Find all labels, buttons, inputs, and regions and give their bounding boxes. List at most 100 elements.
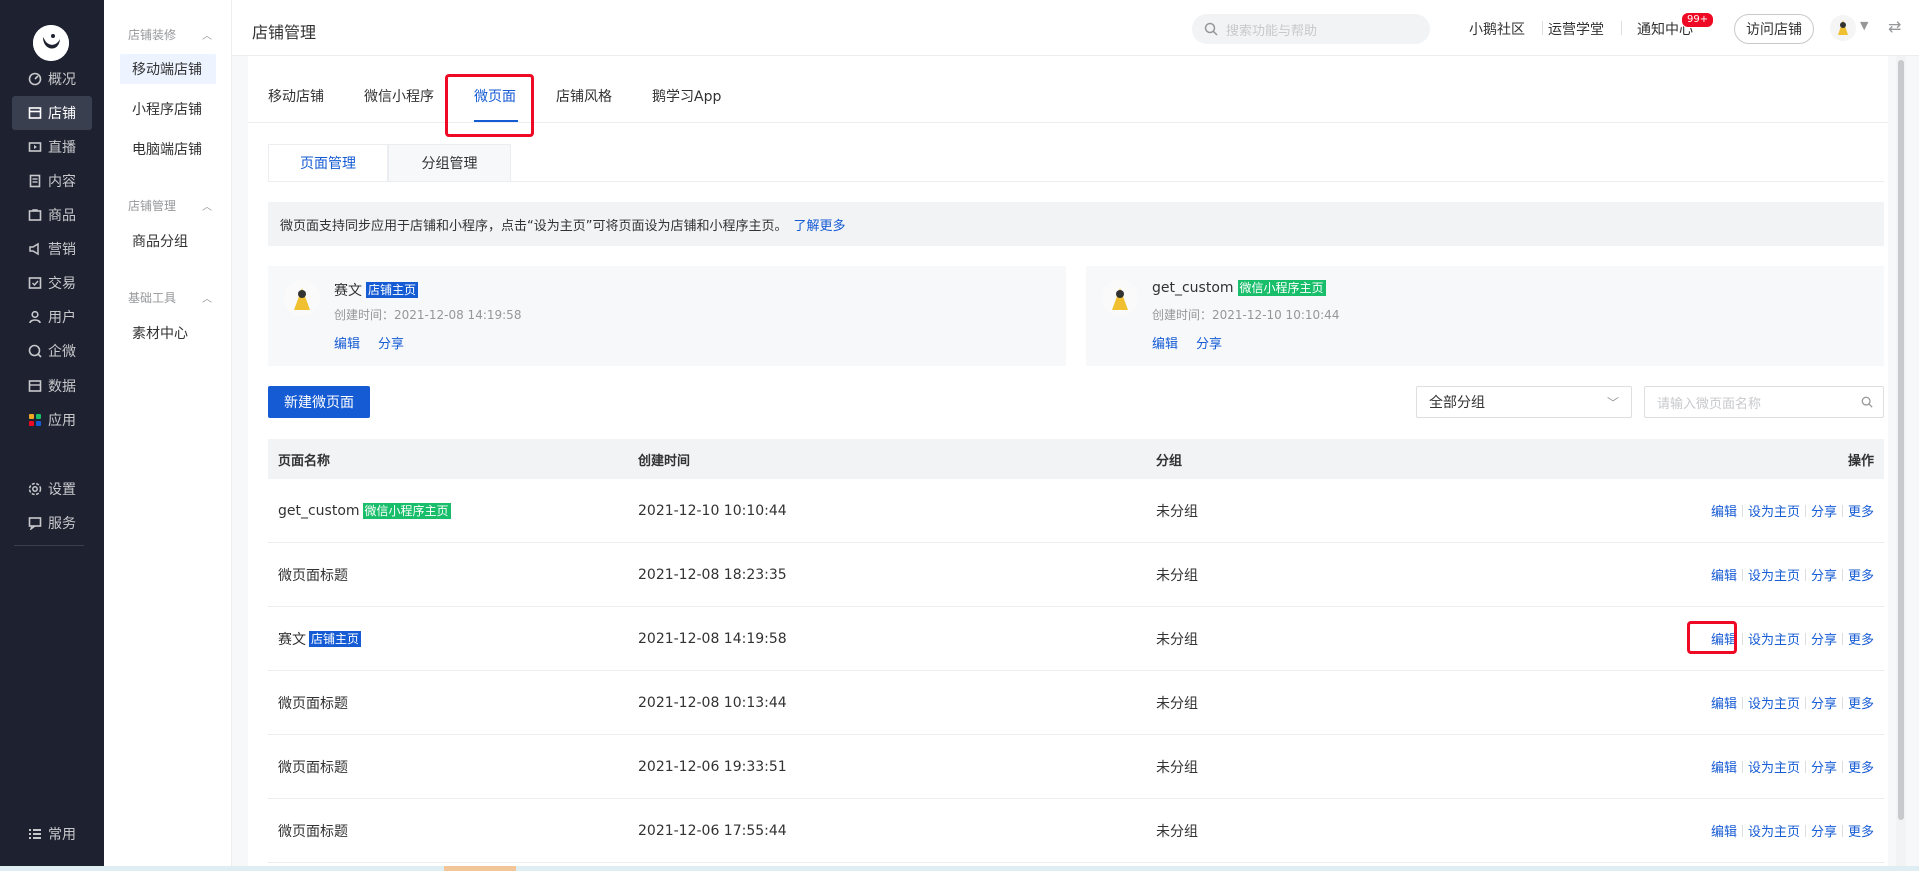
sidebar-item-content[interactable]: 内容 xyxy=(12,164,92,198)
sidebar-item-service[interactable]: 服务 xyxy=(12,506,92,540)
edit-link[interactable]: 编辑 xyxy=(1711,693,1737,712)
edit-link[interactable]: 编辑 xyxy=(1711,757,1737,776)
page-name[interactable]: 赛文 xyxy=(278,629,306,649)
trade-icon xyxy=(28,276,42,290)
subnav-item-goods-group[interactable]: 商品分组 xyxy=(120,226,216,256)
action-separator xyxy=(1741,824,1743,837)
action-separator xyxy=(1741,696,1743,709)
share-link[interactable]: 分享 xyxy=(1811,565,1837,584)
global-search-input[interactable]: 搜索功能与帮助 xyxy=(1192,14,1430,44)
set-home-link[interactable]: 设为主页 xyxy=(1748,821,1800,840)
academy-link[interactable]: 运营学堂 xyxy=(1548,19,1604,39)
scrollbar-thumb[interactable] xyxy=(1898,60,1904,820)
created-time-cell: 2021-12-06 17:55:44 xyxy=(638,822,787,839)
sidebar-item-data[interactable]: 数据 xyxy=(12,369,92,403)
tab-learning-app[interactable]: 鹅学习App xyxy=(652,86,721,106)
sidebar-item-store[interactable]: 店铺 xyxy=(12,96,92,130)
sidebar-item-trade[interactable]: 交易 xyxy=(12,266,92,300)
row-actions: 编辑 设为主页 分享 更多 xyxy=(1711,757,1874,776)
more-link[interactable]: 更多 xyxy=(1848,821,1874,840)
sidebar-item-overview[interactable]: 概况 xyxy=(12,62,92,96)
subtab-group-management[interactable]: 分组管理 xyxy=(388,144,511,182)
share-link[interactable]: 分享 xyxy=(1811,693,1837,712)
card-share-link[interactable]: 分享 xyxy=(378,333,404,352)
action-separator xyxy=(1841,824,1843,837)
sidebar-item-goods[interactable]: 商品 xyxy=(12,198,92,232)
table-row: 微页面标题 2021-12-06 17:55:44 未分组 编辑 设为主页 分享 更多 xyxy=(268,799,1884,863)
more-link[interactable]: 更多 xyxy=(1848,757,1874,776)
share-link[interactable]: 分享 xyxy=(1811,629,1837,648)
sidebar-item-settings[interactable]: 设置 xyxy=(12,472,92,506)
card-share-link[interactable]: 分享 xyxy=(1196,333,1222,352)
caret-down-icon[interactable]: ▼ xyxy=(1860,19,1868,32)
switch-icon[interactable]: ⇄ xyxy=(1888,17,1901,36)
learn-more-link[interactable]: 了解更多 xyxy=(793,215,845,234)
page-name[interactable]: get_custom xyxy=(278,503,360,519)
subnav-item-mobile-store[interactable]: 移动端店铺 xyxy=(120,54,216,84)
share-link[interactable]: 分享 xyxy=(1811,501,1837,520)
sidebar-item-wecom[interactable]: 企微 xyxy=(12,334,92,368)
subnav-group-basic-tools[interactable]: 基础工具 ︿ xyxy=(128,289,212,306)
action-separator xyxy=(1804,632,1806,645)
more-link[interactable]: 更多 xyxy=(1848,565,1874,584)
sidebar-item-label: 用户 xyxy=(48,310,76,326)
subtab-page-management[interactable]: 页面管理 xyxy=(268,144,388,182)
page-name-cell: 赛文 店铺主页 xyxy=(278,629,362,649)
set-home-link[interactable]: 设为主页 xyxy=(1748,693,1800,712)
edit-link[interactable]: 编辑 xyxy=(1711,565,1737,584)
sidebar-item-apps[interactable]: 应用 xyxy=(12,403,92,437)
tab-micro-page[interactable]: 微页面 xyxy=(474,86,516,106)
sidebar-item-live[interactable]: 直播 xyxy=(12,130,92,164)
page-name[interactable]: 微页面标题 xyxy=(278,821,348,841)
more-link[interactable]: 更多 xyxy=(1848,629,1874,648)
subnav-item-material-center[interactable]: 素材中心 xyxy=(120,318,216,348)
card-created-time: 创建时间：2021-12-10 10:10:44 xyxy=(1152,308,1340,322)
subnav-item-pc-store[interactable]: 电脑端店铺 xyxy=(120,134,216,164)
set-home-link[interactable]: 设为主页 xyxy=(1748,757,1800,776)
subnav-item-miniprogram-store[interactable]: 小程序店铺 xyxy=(120,94,216,124)
page-title: 店铺管理 xyxy=(252,23,317,42)
store-home-tag: 店铺主页 xyxy=(366,282,419,298)
community-link[interactable]: 小鹅社区 xyxy=(1469,19,1525,39)
page-name-search-input[interactable]: 请输入微页面名称 xyxy=(1644,386,1884,418)
subnav-group-decoration[interactable]: 店铺装修 ︿ xyxy=(128,26,212,43)
group-cell: 未分组 xyxy=(1156,631,1198,648)
table-row: 赛文 店铺主页 2021-12-08 14:19:58 未分组 编辑 设为主页 分享 更多 xyxy=(268,607,1884,671)
notification-badge: 99+ xyxy=(1681,12,1715,28)
page-name[interactable]: 微页面标题 xyxy=(278,565,348,585)
table-header: 页面名称 创建时间 分组 操作 xyxy=(268,439,1884,479)
sidebar-item-label: 交易 xyxy=(48,276,76,292)
subnav-group-title: 基础工具 xyxy=(128,291,177,305)
set-home-link[interactable]: 设为主页 xyxy=(1748,565,1800,584)
more-link[interactable]: 更多 xyxy=(1848,501,1874,520)
share-link[interactable]: 分享 xyxy=(1811,757,1837,776)
bottom-strip-accent xyxy=(444,866,516,871)
page-name[interactable]: 微页面标题 xyxy=(278,693,348,713)
new-micro-page-button[interactable]: 新建微页面 xyxy=(268,386,370,418)
set-home-link[interactable]: 设为主页 xyxy=(1748,501,1800,520)
tab-store-style[interactable]: 店铺风格 xyxy=(556,86,612,106)
sidebar-item-user[interactable]: 用户 xyxy=(12,300,92,334)
logo[interactable] xyxy=(33,25,69,61)
table-row: 微页面标题 2021-12-06 19:33:51 未分组 编辑 设为主页 分享 更多 xyxy=(268,735,1884,799)
card-edit-link[interactable]: 编辑 xyxy=(1152,333,1178,352)
tab-wechat-miniprogram[interactable]: 微信小程序 xyxy=(364,86,434,106)
sidebar-item-marketing[interactable]: 营销 xyxy=(12,232,92,266)
visit-store-button[interactable]: 访问店铺 xyxy=(1734,14,1814,44)
avatar[interactable] xyxy=(1830,15,1856,41)
edit-link[interactable]: 编辑 xyxy=(1711,501,1737,520)
content-icon xyxy=(28,174,42,188)
more-link[interactable]: 更多 xyxy=(1848,693,1874,712)
share-link[interactable]: 分享 xyxy=(1811,821,1837,840)
card-edit-link[interactable]: 编辑 xyxy=(334,333,360,352)
column-header-time: 创建时间 xyxy=(638,453,691,469)
miniprogram-home-card: get_custom 微信小程序主页 创建时间：2021-12-10 10:10… xyxy=(1086,266,1884,366)
edit-link[interactable]: 编辑 xyxy=(1711,821,1737,840)
subnav-group-store-management[interactable]: 店铺管理 ︿ xyxy=(128,197,212,214)
page-name[interactable]: 微页面标题 xyxy=(278,757,348,777)
set-home-link[interactable]: 设为主页 xyxy=(1748,629,1800,648)
edit-link[interactable]: 编辑 xyxy=(1711,629,1737,648)
group-filter-select[interactable]: 全部分组 ﹀ xyxy=(1416,386,1632,418)
sidebar-item-common[interactable]: 常用 xyxy=(12,817,92,851)
tab-mobile-store[interactable]: 移动店铺 xyxy=(268,86,324,106)
